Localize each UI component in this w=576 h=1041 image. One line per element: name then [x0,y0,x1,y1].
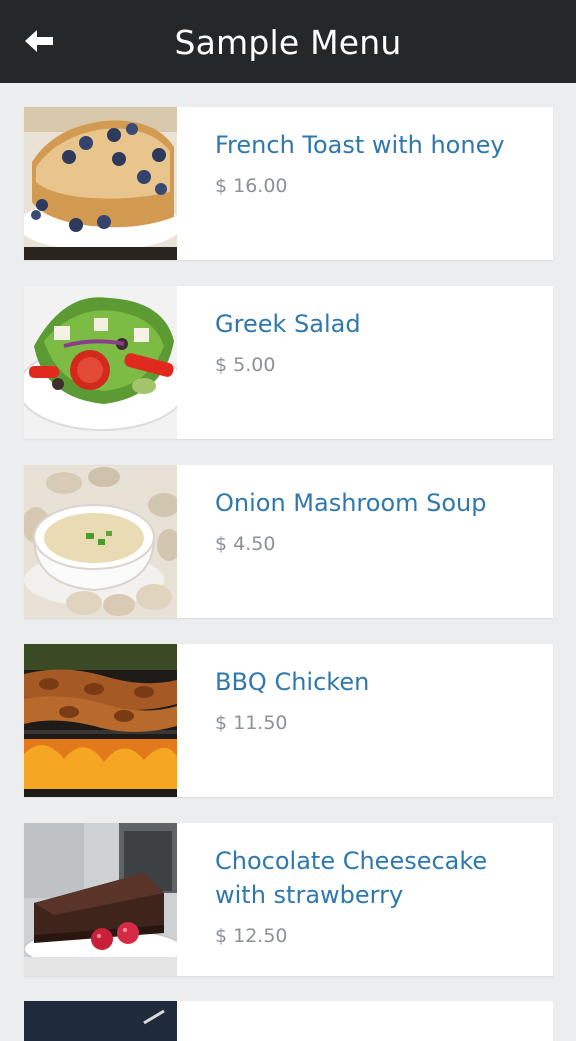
menu-item-french-toast[interactable]: French Toast with honey $ 16.00 [24,107,553,260]
french-toast-image [24,107,177,260]
menu-item-partial[interactable] [24,1001,553,1041]
app-header: Sample Menu [0,0,576,83]
menu-item-price: $ 16.00 [215,175,288,197]
menu-list: French Toast with honey $ 16.00 Greek Sa… [24,107,553,1002]
menu-item-price: $ 11.50 [215,712,288,734]
menu-item-name: Chocolate Cheesecake with strawberry [215,847,488,909]
menu-item-price: $ 5.00 [215,354,276,376]
menu-item-name: Greek Salad [215,310,361,338]
menu-item-greek-salad[interactable]: Greek Salad $ 5.00 [24,286,553,439]
mushroom-soup-image [24,465,177,618]
menu-item-chocolate-cheesecake[interactable]: Chocolate Cheesecake with strawberry $ 1… [24,823,553,976]
greek-salad-image [24,286,177,439]
page-title: Sample Menu [174,23,402,62]
menu-item-name: BBQ Chicken [215,668,370,696]
menu-item-name: Onion Mashroom Soup [215,489,487,517]
bbq-chicken-image [24,644,177,797]
menu-item-name: French Toast with honey [215,131,505,159]
chocolate-cheesecake-image [24,823,177,976]
menu-item-price: $ 12.50 [215,925,288,947]
menu-item-price: $ 4.50 [215,533,276,555]
menu-item-onion-mashroom-soup[interactable]: Onion Mashroom Soup $ 4.50 [24,465,553,618]
partial-item-image [24,1001,177,1041]
menu-item-bbq-chicken[interactable]: BBQ Chicken $ 11.50 [24,644,553,797]
